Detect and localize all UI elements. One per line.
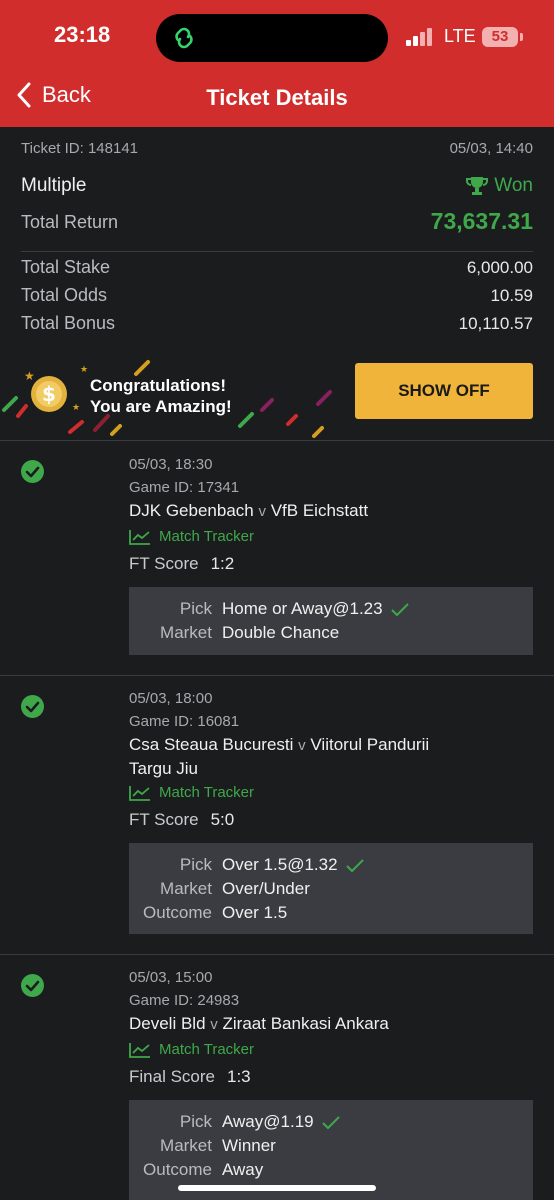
total-bonus-value: 10,110.57 <box>458 314 533 333</box>
app-logo-icon <box>170 24 198 52</box>
svg-text:★: ★ <box>72 403 80 413</box>
status-time: 23:18 <box>54 22 111 47</box>
market-value: Over/Under <box>222 879 310 898</box>
selection-game-id: Game ID: 17341 <box>129 479 240 496</box>
pick-box: Pick Home or Away@1.23 Market Double Cha… <box>129 587 533 655</box>
score-row: Final Score 1:3 <box>129 1067 251 1087</box>
away-team-line-2: Targu Jiu <box>129 759 198 778</box>
match-tracker-label: Match Tracker <box>159 1041 255 1058</box>
trophy-icon <box>466 177 489 195</box>
svg-text:★: ★ <box>24 369 35 383</box>
pick-value: Home or Away@1.23 <box>222 599 409 619</box>
away-team: Viitorul Pandurii <box>310 735 430 754</box>
outcome-value: Away <box>222 1160 264 1179</box>
selection-match: Csa Steaua Bucuresti v Viitorul Pandurii… <box>129 733 529 780</box>
status-label: Won <box>494 175 533 196</box>
home-team: Csa Steaua Bucuresti <box>129 735 294 754</box>
score-value: 1:2 <box>210 554 235 573</box>
match-tracker-link[interactable]: Match Tracker <box>129 784 254 801</box>
total-stake-value: 6,000.00 <box>466 258 533 277</box>
score-label: Final Score <box>129 1067 215 1086</box>
total-bonus-label: Total Bonus <box>21 313 116 333</box>
congrats-line-1: Congratulations! <box>90 376 226 395</box>
score-row: FT Score 1:2 <box>129 554 234 574</box>
selection-divider <box>0 954 554 955</box>
home-indicator[interactable] <box>178 1185 376 1191</box>
pick-label: Pick <box>179 599 212 618</box>
total-odds-value: 10.59 <box>490 286 533 305</box>
ticket-type: Multiple <box>21 175 87 196</box>
pick-value: Over 1.5@1.32 <box>222 855 364 875</box>
score-value: 5:0 <box>210 810 235 829</box>
market-value: Double Chance <box>222 623 340 642</box>
dynamic-island <box>156 14 388 62</box>
versus-label: v <box>298 737 306 754</box>
away-team: VfB Eichstatt <box>270 501 369 520</box>
chart-line-icon <box>129 529 150 545</box>
selection-date: 05/03, 18:30 <box>129 456 213 473</box>
ticket-datetime: 05/03, 14:40 <box>449 140 533 157</box>
pick-label: Pick <box>179 855 212 874</box>
selection-match: Develi Bld v Ziraat Bankasi Ankara <box>129 1012 389 1036</box>
ticket-status: Won <box>466 175 533 197</box>
match-tracker-label: Match Tracker <box>159 784 255 801</box>
network-type: LTE <box>444 26 476 46</box>
svg-text:★: ★ <box>80 365 88 375</box>
chart-line-icon <box>129 785 150 801</box>
won-check-icon <box>21 460 44 483</box>
congrats-line-2: You are Amazing! <box>90 397 232 416</box>
match-tracker-link[interactable]: Match Tracker <box>129 1041 254 1058</box>
total-return-label: Total Return <box>21 212 119 232</box>
signal-icon <box>406 28 434 46</box>
market-value: Winner <box>222 1136 276 1155</box>
app-header: 23:18 LTE 53 Back Ticket Details <box>0 0 554 127</box>
versus-label: v <box>258 503 266 520</box>
ticket-id: Ticket ID: 148141 <box>21 140 139 157</box>
pick-value: Away@1.19 <box>222 1112 340 1132</box>
banner-divider <box>0 440 554 441</box>
battery-icon: 53 <box>482 27 518 47</box>
pick-box: Pick Over 1.5@1.32 Market Over/Under Out… <box>129 843 533 934</box>
score-label: FT Score <box>129 810 199 829</box>
congrats-text: Congratulations! You are Amazing! <box>90 375 232 417</box>
home-team: DJK Gebenbach <box>129 501 254 520</box>
match-tracker-label: Match Tracker <box>159 528 255 545</box>
selection-divider <box>0 675 554 676</box>
summary-divider <box>21 251 533 252</box>
score-row: FT Score 5:0 <box>129 810 234 830</box>
market-label: Market <box>160 623 212 642</box>
page-title: Ticket Details <box>206 85 348 110</box>
svg-text:$: $ <box>42 382 56 406</box>
selection-match: DJK Gebenbach v VfB Eichstatt <box>129 499 368 523</box>
won-check-icon <box>21 974 44 997</box>
selection-game-id: Game ID: 24983 <box>129 992 240 1009</box>
selection-game-id: Game ID: 16081 <box>129 713 240 730</box>
total-return-value: 73,637.31 <box>430 208 533 234</box>
won-check-icon <box>21 695 44 718</box>
versus-label: v <box>210 1016 218 1033</box>
outcome-label: Outcome <box>143 903 212 922</box>
selection-date: 05/03, 15:00 <box>129 969 213 986</box>
away-team: Ziraat Bankasi Ankara <box>222 1014 389 1033</box>
checkmark-icon <box>345 858 364 872</box>
checkmark-icon <box>321 1115 340 1129</box>
score-label: FT Score <box>129 554 199 573</box>
market-label: Market <box>160 1136 212 1155</box>
show-off-button[interactable]: SHOW OFF <box>355 363 533 419</box>
checkmark-icon <box>390 602 409 616</box>
chart-line-icon <box>129 1042 150 1058</box>
market-label: Market <box>160 879 212 898</box>
outcome-label: Outcome <box>143 1160 212 1179</box>
total-odds-label: Total Odds <box>21 285 108 305</box>
outcome-value: Over 1.5 <box>222 903 288 922</box>
selection-date: 05/03, 18:00 <box>129 690 213 707</box>
match-tracker-link[interactable]: Match Tracker <box>129 528 254 545</box>
total-stake-label: Total Stake <box>21 257 111 277</box>
score-value: 1:3 <box>226 1067 251 1086</box>
home-team: Develi Bld <box>129 1014 206 1033</box>
pick-label: Pick <box>179 1112 212 1131</box>
